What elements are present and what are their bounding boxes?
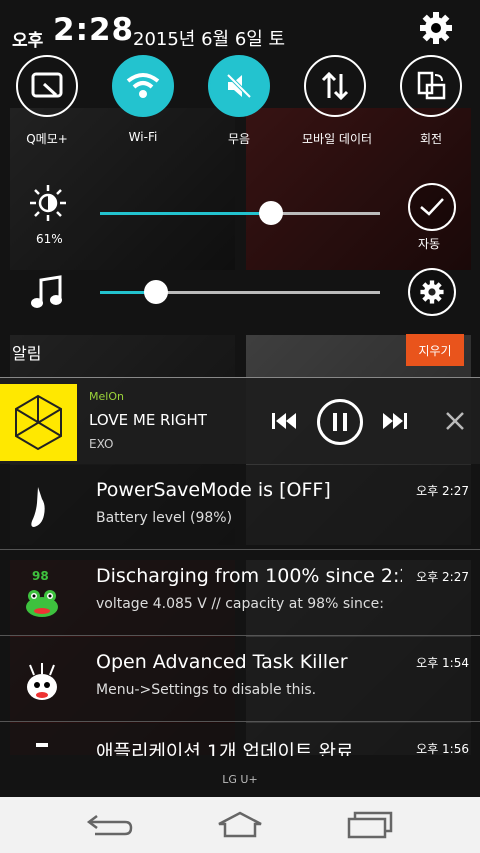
toggle-mute-label: 무음 <box>227 132 251 146</box>
notification-discharging[interactable]: 98 Discharging from 100% since 2:2 volta… <box>0 551 480 636</box>
pause-icon <box>333 413 347 431</box>
music-note-icon <box>31 275 62 308</box>
brightness-slider-fill <box>100 212 271 215</box>
settings-gear-icon[interactable] <box>418 10 454 46</box>
mobile-data-icon <box>304 55 366 117</box>
toggle-rotate[interactable]: 회전 <box>398 55 464 147</box>
media-artist: EXO <box>89 437 114 451</box>
notification-title: 애플리케이션 1개 업데이트 완료 <box>96 741 354 756</box>
brightness-percent: 61% <box>36 232 63 246</box>
close-media-button[interactable] <box>442 408 468 434</box>
brightness-slider-knob[interactable] <box>259 201 283 225</box>
auto-brightness-button[interactable] <box>408 183 456 231</box>
next-track-button[interactable] <box>379 406 411 436</box>
rotate-icon <box>400 55 462 117</box>
gear-icon <box>420 280 444 304</box>
toggle-wifi-label: Wi-Fi <box>128 130 158 144</box>
battery-plug-icon <box>31 487 45 527</box>
sound-settings-button[interactable] <box>408 268 456 316</box>
clear-notifications-button[interactable]: 지우기 <box>406 334 464 366</box>
notification-time: 오후 2:27 <box>416 484 469 498</box>
toggle-mobile-data-label: 모바일 데이터 <box>302 132 373 146</box>
notification-time: 오후 1:54 <box>416 656 469 670</box>
navigation-bar <box>0 797 480 853</box>
toggle-mute[interactable]: 무음 <box>206 55 272 147</box>
exo-logo-icon <box>15 394 62 451</box>
next-track-icon <box>383 413 407 429</box>
notifications-label: 알림 <box>12 344 42 363</box>
previous-track-button[interactable] <box>268 406 300 436</box>
auto-brightness-label: 자동 <box>418 237 441 251</box>
toggle-wifi[interactable]: Wi-Fi <box>110 55 176 144</box>
notification-title: Discharging from 100% since 2:2 <box>96 565 402 587</box>
notification-powersave[interactable]: PowerSaveMode is [OFF] Battery level (98… <box>0 465 480 550</box>
notification-text: voltage 4.085 V // capacity at 98% since… <box>96 596 384 612</box>
notification-time: 오후 2:27 <box>416 570 469 584</box>
pause-button[interactable] <box>317 399 363 445</box>
previous-track-icon <box>272 413 296 429</box>
toggle-qmemo-label: Q메모+ <box>26 132 68 146</box>
task-killer-icon <box>27 663 57 700</box>
volume-slider[interactable] <box>100 280 380 304</box>
home-icon[interactable] <box>215 810 265 840</box>
toggle-rotate-label: 회전 <box>419 132 443 146</box>
brightness-slider[interactable] <box>100 201 380 225</box>
media-notification[interactable]: MelOn LOVE ME RIGHT EXO <box>0 377 480 464</box>
volume-slider-knob[interactable] <box>144 280 168 304</box>
brightness-icon <box>30 185 66 221</box>
media-song-title: LOVE ME RIGHT <box>89 411 207 429</box>
notification-title: PowerSaveMode is [OFF] <box>96 479 331 501</box>
notification-text: Battery level (98%) <box>96 510 233 526</box>
check-icon <box>420 198 444 216</box>
notification-task-killer[interactable]: Open Advanced Task Killer Menu->Settings… <box>0 637 480 722</box>
frog-battery-icon: 98 <box>20 569 64 619</box>
recent-apps-icon[interactable] <box>345 810 395 840</box>
carrier-label: LG U+ <box>0 756 480 796</box>
status-time: 2:28 <box>53 12 135 48</box>
toggle-mobile-data[interactable]: 모바일 데이터 <box>302 55 373 147</box>
mute-icon <box>208 55 270 117</box>
status-date: 2015년 6월 6일 토 <box>133 29 286 50</box>
status-bar: 오후 2:28 2015년 6월 6일 토 <box>0 0 480 60</box>
back-icon[interactable] <box>85 810 135 840</box>
notification-time: 오후 1:56 <box>416 742 469 756</box>
close-icon <box>446 412 464 430</box>
media-app-name: MelOn <box>89 390 124 403</box>
toggle-qmemo[interactable]: Q메모+ <box>14 55 80 147</box>
notification-text: Menu->Settings to disable this. <box>96 682 317 698</box>
album-art <box>0 384 77 461</box>
update-icon <box>36 743 48 747</box>
qmemo-icon <box>16 55 78 117</box>
wifi-icon <box>112 55 174 117</box>
battery-badge: 98 <box>32 569 49 583</box>
status-ampm: 오후 <box>12 31 44 51</box>
notification-title: Open Advanced Task Killer <box>96 651 348 673</box>
notification-update[interactable]: 애플리케이션 1개 업데이트 완료 오후 1:56 <box>0 723 480 756</box>
